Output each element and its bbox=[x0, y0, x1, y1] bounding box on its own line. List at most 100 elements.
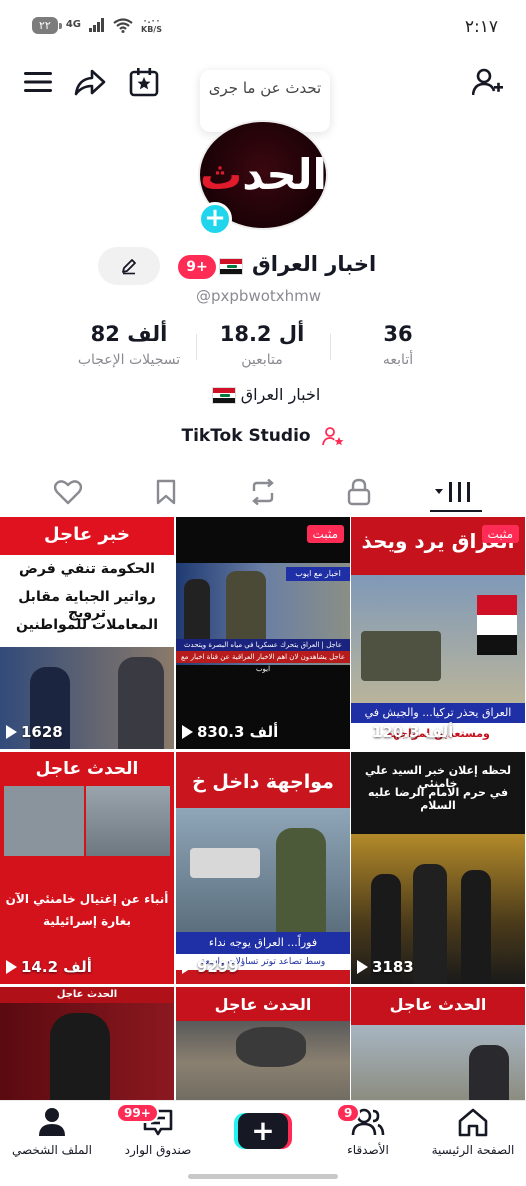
video-ticker: عاجل | العراق يتحرك عسكريا في مياه البصر… bbox=[176, 639, 350, 661]
video-thumbnail[interactable]: خبر عاجل الحكومة تنفي فرض رواتير الجباية… bbox=[0, 517, 174, 749]
view-count-value: 120.3 ألف bbox=[372, 723, 454, 741]
breaking-banner: الحدث عاجل bbox=[351, 989, 525, 1021]
pencil-icon bbox=[122, 259, 136, 275]
create-button[interactable]: + bbox=[234, 1113, 292, 1149]
followers-count: 18.2 أل bbox=[219, 322, 305, 346]
thumb-scene bbox=[176, 1021, 350, 1101]
video-caption: في حرم الامام الرضا عليه السلام bbox=[367, 786, 509, 812]
status-indicators: ٢٢ 4G ٠.٠٠ KB/S bbox=[32, 16, 162, 34]
network-type: 4G bbox=[65, 19, 81, 30]
nav-profile[interactable]: الملف الشخصي bbox=[2, 1107, 102, 1157]
video-thumbnail[interactable]: العراق يرد ويحذ العراق يحذر تركيا... وال… bbox=[351, 517, 525, 749]
share-icon[interactable] bbox=[72, 64, 108, 100]
battery-indicator: ٢٢ bbox=[32, 16, 62, 34]
crowd-figure bbox=[413, 864, 447, 984]
bookmark-icon bbox=[156, 479, 176, 505]
avatar-logo-prefix: الحد bbox=[242, 150, 327, 199]
breaking-banner: خبر عاجل bbox=[0, 517, 174, 555]
video-thumbnail[interactable]: مواجهة داخل خ فوراً... العراق يوجه نداء … bbox=[176, 752, 350, 984]
video-thumbnail[interactable]: الحدث عاجل bbox=[351, 987, 525, 1101]
video-caption: أنباء عن إغتيال خامنئي الآن bbox=[5, 892, 169, 906]
view-count-value: 3183 bbox=[372, 958, 414, 976]
calendar-star-icon[interactable] bbox=[126, 64, 162, 100]
tab-videos[interactable] bbox=[432, 476, 480, 508]
signal-icon bbox=[89, 18, 104, 32]
video-thumbnail[interactable]: الحدث عاجل أنباء عن إغتيال خامنئي الآن ب… bbox=[0, 752, 174, 984]
wifi-icon bbox=[113, 17, 133, 33]
military-vehicle bbox=[361, 631, 441, 681]
likes-stat[interactable]: 82 ألف تسجيلات الإعجاب bbox=[64, 322, 194, 368]
video-caption: الحكومة تنفي فرض bbox=[19, 561, 155, 577]
iraq-flag-icon bbox=[477, 595, 517, 655]
following-stat[interactable]: 36 أتابعه bbox=[333, 322, 463, 368]
view-count-value: 14.2 ألف bbox=[21, 958, 92, 976]
clock: ٢:١٧ bbox=[464, 17, 498, 37]
stat-divider bbox=[330, 334, 331, 360]
profile-avatar[interactable]: الحدث + bbox=[198, 120, 328, 236]
video-thumbnail[interactable]: لحظه إعلان خبر السيد علي خامنئي في حرم ا… bbox=[351, 752, 525, 984]
video-caption: العراق يحذر تركيا... والجيش في bbox=[351, 703, 525, 723]
likes-count: 82 ألف bbox=[90, 322, 168, 346]
add-story-plus-icon[interactable]: + bbox=[198, 202, 232, 236]
pinned-badge: مثبت bbox=[481, 525, 519, 543]
view-count-value: 830.3 ألف bbox=[197, 723, 279, 741]
crowd-figure bbox=[461, 870, 491, 984]
edit-profile-button[interactable] bbox=[98, 247, 160, 285]
username-handle[interactable]: @pxpbwotxhmw bbox=[196, 287, 321, 305]
view-count: 3183 bbox=[357, 958, 414, 976]
thumb-scene bbox=[4, 786, 170, 856]
view-count: 9299 bbox=[182, 958, 239, 976]
plus-icon: + bbox=[238, 1113, 288, 1149]
tab-reposts[interactable] bbox=[243, 476, 283, 508]
add-friend-icon[interactable] bbox=[470, 64, 506, 100]
video-thumbnail[interactable]: الحدث عاجل bbox=[0, 987, 174, 1101]
nav-home[interactable]: الصفحة الرئيسية bbox=[423, 1107, 523, 1157]
nav-inbox-label: صندوق الوارد bbox=[124, 1143, 192, 1157]
tab-liked[interactable] bbox=[48, 476, 88, 508]
inbox-badge: 99+ bbox=[116, 1103, 159, 1123]
nav-friends-label: الأصدقاء bbox=[347, 1143, 389, 1157]
home-icon bbox=[458, 1108, 488, 1137]
menu-icon[interactable] bbox=[20, 64, 56, 100]
avatar-logo: الحدث bbox=[200, 150, 326, 199]
tiktok-studio-link[interactable]: TikTok Studio bbox=[0, 426, 526, 446]
ticker-title: اخبار مع ايوب bbox=[286, 567, 350, 581]
breaking-banner: الحدث عاجل bbox=[176, 989, 350, 1021]
video-ticker: عاجل يشاهدون لان اهم الاخبار العراقية عن… bbox=[176, 651, 350, 673]
video-headline: مواجهة داخل خ bbox=[176, 762, 350, 802]
play-icon bbox=[357, 725, 368, 739]
play-icon bbox=[6, 960, 17, 974]
nav-friends[interactable]: الأصدقاء 9 bbox=[318, 1103, 418, 1157]
smoke-cloud bbox=[236, 1027, 306, 1067]
grid-icon bbox=[435, 482, 470, 502]
tiktok-studio-label: TikTok Studio bbox=[181, 426, 311, 446]
bio-text: اخبار العراق bbox=[240, 385, 321, 404]
creator-person-star-icon bbox=[321, 427, 344, 446]
view-count: 830.3 ألف bbox=[182, 723, 278, 741]
tab-private[interactable] bbox=[339, 476, 379, 508]
thumb-scene bbox=[351, 575, 525, 703]
stat-divider bbox=[196, 334, 197, 360]
thumb-scene bbox=[351, 1025, 525, 1101]
breaking-banner: الحدث عاجل bbox=[0, 752, 174, 786]
nav-inbox[interactable]: صندوق الوارد 99+ bbox=[108, 1103, 208, 1157]
view-count: 120.3 ألف bbox=[357, 723, 453, 741]
breaking-banner: الحدث عاجل bbox=[0, 987, 174, 1003]
video-thumbnail[interactable]: الحدث عاجل bbox=[176, 987, 350, 1101]
tab-favorites[interactable] bbox=[146, 476, 186, 508]
iraq-flag-icon bbox=[219, 258, 243, 275]
followers-stat[interactable]: 18.2 أل متابعين bbox=[197, 322, 327, 368]
play-icon bbox=[357, 960, 368, 974]
home-indicator[interactable] bbox=[188, 1174, 338, 1179]
profile-tabs bbox=[0, 470, 526, 514]
status-bar: ٢٢ 4G ٠.٠٠ KB/S ٢:١٧ bbox=[0, 0, 526, 56]
followers-label: متابعين bbox=[241, 352, 283, 368]
pinned-badge: مثبت bbox=[306, 525, 344, 543]
nav-home-label: الصفحة الرئيسية bbox=[431, 1143, 515, 1157]
video-thumbnail[interactable]: اخبار مع ايوب عاجل | العراق يتحرك عسكريا… bbox=[176, 517, 350, 749]
notification-badge[interactable]: 9+ bbox=[178, 255, 216, 279]
repost-icon bbox=[252, 479, 274, 505]
view-count-value: 9299 bbox=[197, 958, 239, 976]
avatar-logo-suffix: ث bbox=[200, 150, 243, 199]
view-count: 14.2 ألف bbox=[6, 958, 92, 976]
